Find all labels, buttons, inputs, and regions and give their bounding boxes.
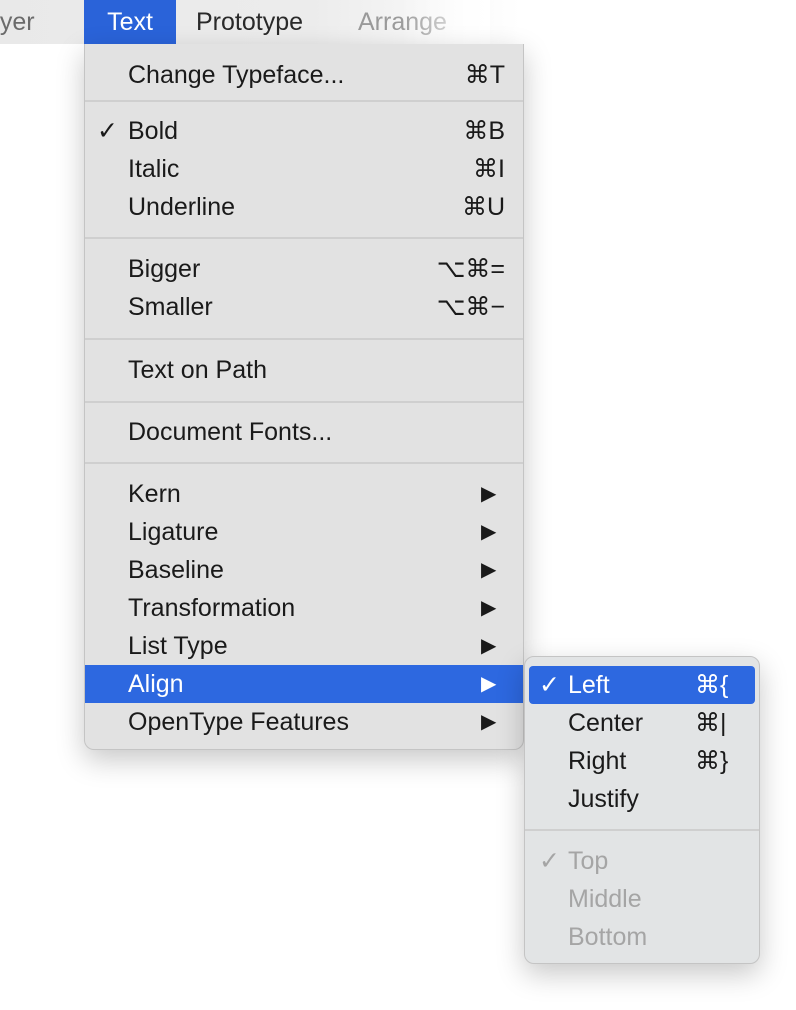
submenu-item-center[interactable]: Center ⌘| bbox=[525, 704, 759, 742]
submenu-item-top: ✓ Top bbox=[525, 842, 759, 880]
menu-item-label: Kern bbox=[128, 480, 181, 508]
submenu-item-bottom: Bottom bbox=[525, 918, 759, 956]
menu-item-italic[interactable]: Italic ⌘I bbox=[85, 150, 523, 188]
menu-item-label: Underline bbox=[128, 193, 236, 221]
menu-bar: ayer Text Prototype Arrange bbox=[0, 0, 520, 44]
submenu-item-middle: Middle bbox=[525, 880, 759, 918]
menu-item-label: OpenType Features bbox=[128, 708, 349, 736]
submenu-item-label: Left bbox=[568, 671, 610, 699]
align-submenu: ✓ Left ⌘{ Center ⌘| Right ⌘} Justify ✓ T… bbox=[524, 656, 760, 964]
menu-item-label: Ligature bbox=[128, 518, 219, 546]
menu-item-transformation[interactable]: Transformation ▶ bbox=[85, 589, 523, 627]
menu-item-label: Bigger bbox=[128, 255, 201, 283]
menu-item-label: Italic bbox=[128, 155, 180, 183]
menu-item-shortcut: ⌥⌘− bbox=[436, 293, 505, 321]
submenu-item-label: Top bbox=[568, 847, 609, 875]
submenu-item-label: Bottom bbox=[568, 923, 648, 951]
checkmark-icon: ✓ bbox=[539, 847, 560, 875]
submenu-item-justify[interactable]: Justify bbox=[525, 780, 759, 818]
menu-item-shortcut: ⌘T bbox=[464, 61, 505, 89]
submenu-item-label: Justify bbox=[568, 785, 639, 813]
menu-item-shortcut: ⌘B bbox=[463, 117, 505, 145]
submenu-item-left[interactable]: ✓ Left ⌘{ bbox=[529, 666, 755, 704]
menu-item-underline[interactable]: Underline ⌘U bbox=[85, 188, 523, 226]
menu-item-kern[interactable]: Kern ▶ bbox=[85, 475, 523, 513]
menu-item-baseline[interactable]: Baseline ▶ bbox=[85, 551, 523, 589]
submenu-arrow-icon: ▶ bbox=[481, 559, 497, 581]
submenu-item-right[interactable]: Right ⌘} bbox=[525, 742, 759, 780]
submenu-arrow-icon: ▶ bbox=[481, 597, 497, 619]
menu-bar-item-prototype[interactable]: Prototype bbox=[196, 0, 303, 44]
menu-item-align[interactable]: Align ▶ bbox=[85, 665, 523, 703]
menu-separator bbox=[85, 100, 523, 102]
menu-item-shortcut: ⌘U bbox=[461, 193, 505, 221]
menu-item-label: Text on Path bbox=[128, 356, 267, 384]
menu-separator bbox=[85, 237, 523, 239]
menu-item-shortcut: ⌥⌘= bbox=[436, 255, 505, 283]
menu-bar-fade bbox=[400, 0, 490, 44]
menu-separator bbox=[85, 462, 523, 464]
menu-item-label: Align bbox=[128, 670, 184, 698]
submenu-item-label: Right bbox=[568, 747, 627, 775]
menu-item-label: Baseline bbox=[128, 556, 224, 584]
submenu-arrow-icon: ▶ bbox=[481, 483, 497, 505]
submenu-arrow-icon: ▶ bbox=[481, 711, 497, 733]
submenu-separator bbox=[525, 829, 759, 831]
submenu-arrow-icon: ▶ bbox=[481, 521, 497, 543]
menu-item-label: Transformation bbox=[128, 594, 296, 622]
menu-item-bold[interactable]: ✓ Bold ⌘B bbox=[85, 112, 523, 150]
menu-item-label: Document Fonts... bbox=[128, 418, 333, 446]
menu-item-label: Smaller bbox=[128, 293, 213, 321]
menu-item-label: Change Typeface... bbox=[128, 61, 345, 89]
submenu-item-label: Center bbox=[568, 709, 644, 737]
menu-bar-item-layer[interactable]: ayer bbox=[0, 0, 35, 44]
checkmark-icon: ✓ bbox=[97, 117, 118, 145]
submenu-arrow-icon: ▶ bbox=[481, 673, 497, 695]
menu-item-ligature[interactable]: Ligature ▶ bbox=[85, 513, 523, 551]
text-menu: Change Typeface... ⌘T ✓ Bold ⌘B Italic ⌘… bbox=[84, 44, 524, 750]
menu-item-label: Bold bbox=[128, 117, 179, 145]
menu-item-bigger[interactable]: Bigger ⌥⌘= bbox=[85, 250, 523, 288]
submenu-item-label: Middle bbox=[568, 885, 642, 913]
menu-item-label: List Type bbox=[128, 632, 228, 660]
menu-item-text-on-path[interactable]: Text on Path bbox=[85, 351, 523, 389]
menu-item-list-type[interactable]: List Type ▶ bbox=[85, 627, 523, 665]
submenu-item-shortcut: ⌘} bbox=[695, 747, 729, 775]
menu-bar-item-text[interactable]: Text bbox=[84, 0, 176, 44]
menu-item-change-typeface[interactable]: Change Typeface... ⌘T bbox=[85, 56, 523, 94]
menu-item-opentype-features[interactable]: OpenType Features ▶ bbox=[85, 703, 523, 741]
menu-item-document-fonts[interactable]: Document Fonts... bbox=[85, 413, 523, 451]
menu-separator bbox=[85, 338, 523, 340]
menu-item-shortcut: ⌘I bbox=[473, 155, 505, 183]
checkmark-icon: ✓ bbox=[539, 671, 560, 699]
submenu-item-shortcut: ⌘{ bbox=[695, 671, 729, 699]
menu-separator bbox=[85, 401, 523, 403]
menu-item-smaller[interactable]: Smaller ⌥⌘− bbox=[85, 288, 523, 326]
submenu-item-shortcut: ⌘| bbox=[695, 709, 727, 737]
submenu-arrow-icon: ▶ bbox=[481, 635, 497, 657]
